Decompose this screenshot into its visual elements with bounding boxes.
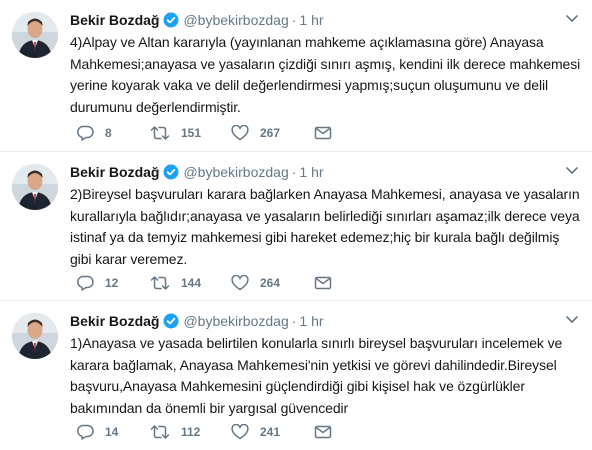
tweet-text-line: 4)Alpay ve Altan kararıyla (yayınlanan m… <box>70 34 544 50</box>
chevron-down-icon[interactable] <box>564 313 580 325</box>
author-name[interactable]: Bekir Bozdağ <box>70 12 159 28</box>
tweet-text-line: karara bağlamak, Anayasa Mahkemesi'nin y… <box>70 356 557 373</box>
tweet-text-line: 2)Bireysel başvuruları karara bağlarken … <box>70 186 580 202</box>
retweet-count: 151 <box>181 126 202 140</box>
envelope-icon <box>314 126 332 140</box>
tweet-text: 2)Bireysel başvuruları karara bağlarken … <box>70 184 582 270</box>
heart-icon <box>231 125 249 141</box>
reply-count: 8 <box>105 126 112 140</box>
like-button[interactable]: 264 <box>231 274 280 292</box>
tweet[interactable]: Bekir Bozdağ @bybekirbozdag · 1 hr 2)Bireys… <box>0 152 592 301</box>
like-button[interactable]: 267 <box>231 124 280 142</box>
tweet-header: Bekir Bozdağ @bybekirbozdag · 1 hr <box>70 10 324 30</box>
retweet-count: 112 <box>181 425 201 439</box>
like-button[interactable]: 241 <box>231 423 280 441</box>
tweet-actions: 14 112 241 <box>70 423 340 441</box>
avatar[interactable] <box>12 12 58 58</box>
reply-button[interactable]: 12 <box>76 274 118 292</box>
tweet-text-line: Mahkemesi;anayasa ve yasaların çizdiği s… <box>70 55 581 72</box>
chevron-down-icon[interactable] <box>564 164 580 176</box>
tweet-text-line: gibi karar veremez. <box>70 250 188 267</box>
tweet-actions: 12 144 264 <box>70 274 340 292</box>
author-handle[interactable]: @bybekirbozdag <box>183 164 288 180</box>
separator-dot: · <box>291 164 297 180</box>
tweet[interactable]: Bekir Bozdağ @bybekirbozdag · 1 hr 4)Alpay … <box>0 0 592 152</box>
direct-message-button[interactable] <box>314 274 332 292</box>
direct-message-button[interactable] <box>314 124 332 142</box>
retweet-count: 144 <box>181 276 202 290</box>
tweet-text-line: yerine koyarak vaka ve delil değerlendir… <box>70 77 548 93</box>
tweet-header: Bekir Bozdağ @bybekirbozdag · 1 hr <box>70 162 324 182</box>
envelope-icon <box>314 276 332 290</box>
author-name[interactable]: Bekir Bozdağ <box>70 313 159 329</box>
author-handle[interactable]: @bybekirbozdag <box>183 12 288 28</box>
tweet-timestamp[interactable]: 1 hr <box>299 12 323 28</box>
author-name[interactable]: Bekir Bozdağ <box>70 164 159 180</box>
heart-icon <box>231 275 249 291</box>
verified-badge-icon <box>163 12 179 33</box>
retweet-button[interactable]: 112 <box>150 423 200 441</box>
tweet[interactable]: Bekir Bozdağ @bybekirbozdag · 1 hr 1)Anayas… <box>0 301 592 450</box>
tweet-feed: Bekir Bozdağ @bybekirbozdag · 1 hr 4)Alpay … <box>0 0 592 450</box>
tweet-actions: 8 151 267 <box>70 124 340 142</box>
direct-message-button[interactable] <box>314 423 332 441</box>
like-count: 264 <box>260 276 281 290</box>
tweet-text-line: bakımından da önemli bir yargısal güvenc… <box>70 399 349 416</box>
avatar[interactable] <box>12 164 58 210</box>
tweet-text-line: kurallarıyla bağlıdır;anayasa ve yasalar… <box>70 207 580 224</box>
tweet-timestamp[interactable]: 1 hr <box>299 164 323 180</box>
tweet-text-line: başvuru,Anayasa Mahkemesini güçlendirdiğ… <box>70 378 525 394</box>
retweet-icon <box>150 276 170 290</box>
reply-icon <box>77 424 94 440</box>
like-count: 241 <box>260 425 281 439</box>
reply-icon <box>77 125 94 141</box>
tweet-text-line: istinaf ya da temyiz mahkemesi gibi hare… <box>70 229 560 245</box>
chevron-down-icon[interactable] <box>564 12 580 24</box>
retweet-icon <box>150 126 170 140</box>
reply-button[interactable]: 14 <box>76 423 118 441</box>
verified-badge-icon <box>163 164 179 185</box>
heart-icon <box>231 424 249 440</box>
avatar[interactable] <box>12 313 58 359</box>
author-handle[interactable]: @bybekirbozdag <box>183 313 288 329</box>
retweet-button[interactable]: 151 <box>150 124 201 142</box>
separator-dot: · <box>291 12 297 28</box>
tweet-timestamp[interactable]: 1 hr <box>299 313 323 329</box>
like-count: 267 <box>260 126 281 140</box>
envelope-icon <box>314 425 332 439</box>
tweet-text: 1)Anayasa ve yasada belirtilen konularla… <box>70 333 582 419</box>
retweet-button[interactable]: 144 <box>150 274 201 292</box>
tweet-text-line: 1)Anayasa ve yasada belirtilen konularla… <box>70 335 563 351</box>
separator-dot: · <box>291 313 297 329</box>
reply-icon <box>77 275 94 291</box>
tweet-text: 4)Alpay ve Altan kararıyla (yayınlanan m… <box>70 32 582 118</box>
reply-count: 14 <box>105 425 119 439</box>
tweet-header: Bekir Bozdağ @bybekirbozdag · 1 hr <box>70 311 324 331</box>
reply-button[interactable]: 8 <box>76 124 112 142</box>
verified-badge-icon <box>163 313 179 334</box>
retweet-icon <box>150 425 170 439</box>
reply-count: 12 <box>105 276 119 290</box>
tweet-text-line: durumunu değerlendirmiştir. <box>70 98 241 115</box>
